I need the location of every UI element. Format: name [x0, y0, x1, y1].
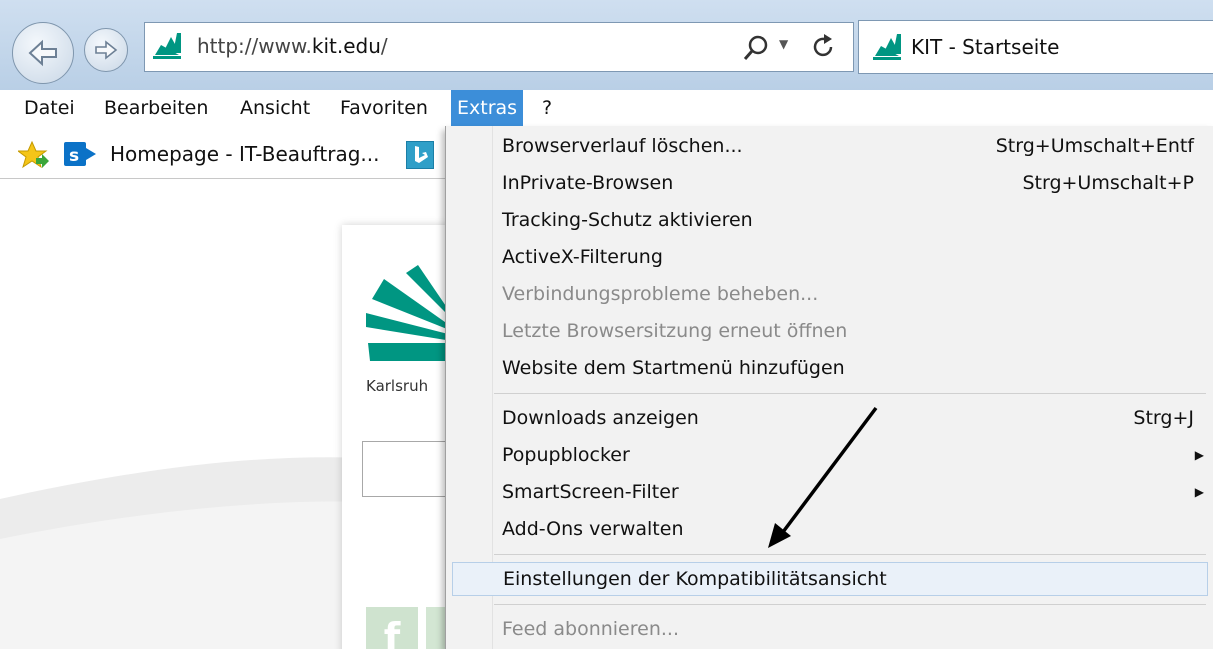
tab-title: KIT - Startseite	[911, 35, 1060, 59]
facebook-icon[interactable]: f	[366, 607, 418, 649]
menu-item-downloads[interactable]: Downloads anzeigen Strg+J	[446, 402, 1213, 434]
kit-tab-favicon-icon	[871, 32, 905, 62]
url-suffix: /	[380, 34, 388, 58]
menu-item-shortcut: Strg+Umschalt+Entf	[995, 135, 1194, 157]
menu-item-label: InPrivate-Browsen	[502, 172, 674, 194]
svg-text:s: s	[69, 146, 79, 166]
menu-item-label: Add-Ons verwalten	[502, 518, 684, 540]
url-prefix: http://www.	[197, 34, 312, 58]
url-domain: kit.edu	[311, 34, 381, 58]
back-button[interactable]	[12, 22, 74, 84]
url-text[interactable]: http://www.kit.edu/	[197, 34, 388, 58]
menu-item-popupblocker[interactable]: Popupblocker ▶	[446, 439, 1213, 471]
menu-ansicht[interactable]: Ansicht	[234, 90, 316, 126]
refresh-icon[interactable]	[809, 33, 837, 61]
menu-item-startmenue[interactable]: Website dem Startmenü hinzufügen	[446, 352, 1213, 384]
menu-item-smartscreen[interactable]: SmartScreen-Filter ▶	[446, 476, 1213, 508]
menu-item-label: Einstellungen der Kompatibilitätsansicht	[503, 568, 887, 590]
menu-item-activex[interactable]: ActiveX-Filterung	[446, 241, 1213, 273]
menu-item-label: Tracking-Schutz aktivieren	[502, 209, 753, 231]
menu-item-label: Feed abonnieren...	[502, 618, 679, 640]
kit-favicon-icon	[151, 31, 185, 61]
browser-toolbar: http://www.kit.edu/ ▼ KIT - Startseite	[0, 0, 1213, 90]
menu-bearbeiten[interactable]: Bearbeiten	[98, 90, 214, 126]
menu-item-addons[interactable]: Add-Ons verwalten	[446, 513, 1213, 545]
bing-icon[interactable]	[406, 141, 434, 169]
menu-item-label: Website dem Startmenü hinzufügen	[502, 357, 845, 379]
menu-item-browserverlauf[interactable]: Browserverlauf löschen... Strg+Umschalt+…	[446, 130, 1213, 162]
extras-menu-dropdown: Browserverlauf löschen... Strg+Umschalt+…	[445, 126, 1213, 649]
menu-item-label: SmartScreen-Filter	[502, 481, 679, 503]
menu-separator	[494, 554, 1206, 555]
menu-item-tracking-schutz[interactable]: Tracking-Schutz aktivieren	[446, 204, 1213, 236]
add-favorites-star-icon[interactable]	[16, 140, 50, 170]
menu-separator	[494, 393, 1206, 394]
favorite-homepage-it-beauftragte[interactable]: Homepage - IT-Beauftrag...	[110, 142, 379, 166]
menu-item-shortcut: Strg+J	[1133, 407, 1194, 429]
menu-item-verbindungsprobleme: Verbindungsprobleme beheben...	[446, 278, 1213, 310]
menu-item-kompatibilitaetsansicht[interactable]: Einstellungen der Kompatibilitätsansicht	[452, 562, 1208, 596]
menu-favoriten[interactable]: Favoriten	[334, 90, 434, 126]
menu-item-shortcut: Strg+Umschalt+P	[1022, 172, 1194, 194]
search-icon[interactable]	[741, 33, 771, 63]
menu-item-inprivate[interactable]: InPrivate-Browsen Strg+Umschalt+P	[446, 167, 1213, 199]
submenu-arrow-icon: ▶	[1194, 485, 1204, 499]
menu-separator	[494, 604, 1206, 605]
tab-kit-startseite[interactable]: KIT - Startseite	[858, 20, 1213, 74]
logo-caption: Karlsruh	[366, 377, 429, 395]
menu-item-label: Browserverlauf löschen...	[502, 135, 743, 157]
menu-extras[interactable]: Extras	[451, 90, 524, 126]
chevron-down-icon[interactable]: ▼	[779, 37, 788, 51]
forward-arrow-icon	[85, 29, 127, 71]
menu-item-label: Verbindungsprobleme beheben...	[502, 283, 819, 305]
forward-button[interactable]	[84, 28, 128, 72]
menu-item-label: ActiveX-Filterung	[502, 246, 663, 268]
menu-item-label: Downloads anzeigen	[502, 407, 699, 429]
menu-item-label: Popupblocker	[502, 444, 630, 466]
menu-item-letzte-browsersitzung: Letzte Browsersitzung erneut öffnen	[446, 315, 1213, 347]
menu-bar: Datei Bearbeiten Ansicht Favoriten Extra…	[0, 90, 1213, 130]
back-arrow-icon	[13, 23, 73, 83]
menu-help[interactable]: ?	[536, 90, 558, 126]
kit-logo-icon	[366, 265, 452, 365]
menu-item-label: Letzte Browsersitzung erneut öffnen	[502, 320, 848, 342]
sharepoint-icon: s	[64, 140, 102, 168]
address-bar[interactable]: http://www.kit.edu/ ▼	[144, 22, 854, 72]
menu-item-feed-abonnieren: Feed abonnieren...	[446, 613, 1213, 645]
menu-datei[interactable]: Datei	[18, 90, 81, 126]
submenu-arrow-icon: ▶	[1194, 448, 1204, 462]
